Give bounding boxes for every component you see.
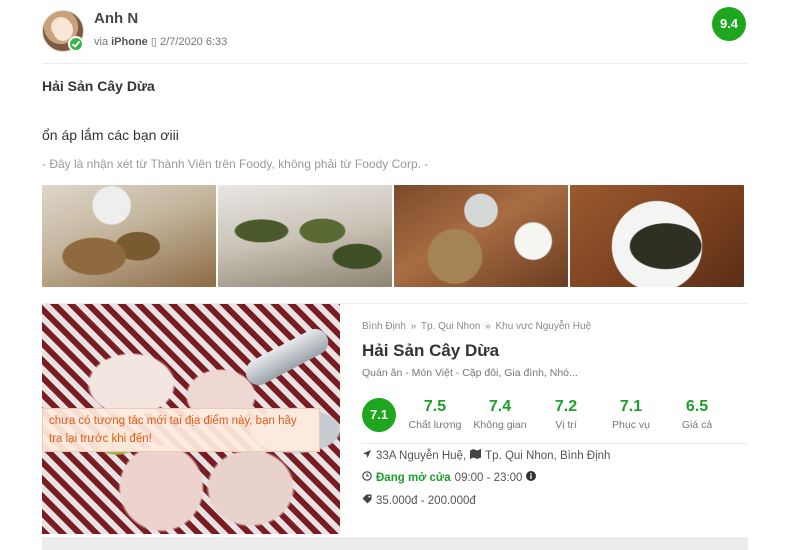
map-icon[interactable] [470,449,482,462]
via-label: via [94,36,109,48]
city-text: Tp. Qui Nhon, Bình Định [485,449,611,462]
price-range: 35.000đ - 200.000đ [376,494,476,507]
review-date: 2/7/2020 6:33 [159,36,228,48]
hours-line: Đang mở cửa 09:00 - 23:00 [362,471,537,484]
place-card: chưa có tương tác mới tại địa điểm này, … [42,304,748,534]
location-arrow-icon [362,449,372,462]
address-line: 33A Nguyễn Huệ, Tp. Qui Nhon, Bình Định [362,449,610,462]
info-circle-icon[interactable] [526,471,537,484]
metric-space: 7.4 Không gian [471,397,529,431]
card-footer-bar [42,537,748,550]
breadcrumb-item-province[interactable]: Bình Định [362,321,406,332]
divider [42,63,748,64]
metric-location: 7.2 Vị trí [537,397,595,431]
opening-hours: 09:00 - 23:00 [454,471,523,484]
review-card: Anh N via iPhone ▯ 2/7/2020 6:33 9.4 Hải… [0,0,800,550]
metric-value: 7.5 [423,398,447,415]
place-overall-score: 7.1 [362,398,396,432]
metric-label: Vị trí [555,419,577,431]
breadcrumb-separator: » [410,321,417,332]
metric-service: 7.1 Phục vụ [602,397,660,431]
review-score-badge: 9.4 [712,7,746,41]
divider [362,443,748,444]
metric-value: 6.5 [685,398,709,415]
device-label: iPhone [111,36,148,48]
metric-label: Chất lượng [408,419,462,431]
metric-value: 7.4 [488,398,512,415]
clock-icon [362,471,372,484]
metric-quality: 7.5 Chất lượng [406,397,464,431]
place-category: Quán ăn - Món Việt - Cặp đôi, Gia đình, … [362,367,578,379]
review-photo[interactable] [218,185,392,287]
metric-value: 7.2 [554,398,578,415]
price-tag-icon [362,494,372,507]
reviewer-name[interactable]: Anh N [94,10,138,27]
review-meta: via iPhone ▯ 2/7/2020 6:33 [94,35,227,48]
metric-label: Phục vụ [612,419,650,431]
place-image-detail [241,324,333,390]
place-name[interactable]: Hải Sản Cây Dừa [362,341,499,361]
breadcrumb: Bình Định » Tp. Qui Nhon » Khu vực Nguyễ… [362,321,593,332]
price-line: 35.000đ - 200.000đ [362,494,476,507]
place-info: Bình Định » Tp. Qui Nhon » Khu vực Nguyễ… [362,304,748,534]
review-disclaimer: - Đây là nhận xét từ Thành Viên trên Foo… [42,157,429,171]
metric-price: 6.5 Giá cả [668,397,726,431]
inactive-notice: chưa có tương tác mới tại địa điểm này, … [42,408,320,452]
review-photo[interactable] [570,185,744,287]
phone-icon: ▯ [150,36,157,48]
review-photos [42,185,744,287]
breadcrumb-item-area[interactable]: Khu vực Nguyễn Huệ [495,321,591,332]
review-title[interactable]: Hải Sản Cây Dừa [42,78,155,94]
review-photo[interactable] [42,185,216,287]
review-body: ổn áp lắm các bạn ơiii [42,127,179,143]
place-image[interactable]: chưa có tương tác mới tại địa điểm này, … [42,304,340,534]
open-status: Đang mở cửa [376,471,451,484]
metric-label: Giá cả [681,419,713,431]
breadcrumb-separator: » [485,321,491,332]
metric-label: Không gian [473,419,527,431]
address-text[interactable]: 33A Nguyễn Huệ, [376,450,466,462]
verified-check-icon [68,36,84,52]
metric-value: 7.1 [619,398,643,415]
breadcrumb-item-city[interactable]: Tp. Qui Nhon [421,321,480,332]
review-photo[interactable] [394,185,568,287]
